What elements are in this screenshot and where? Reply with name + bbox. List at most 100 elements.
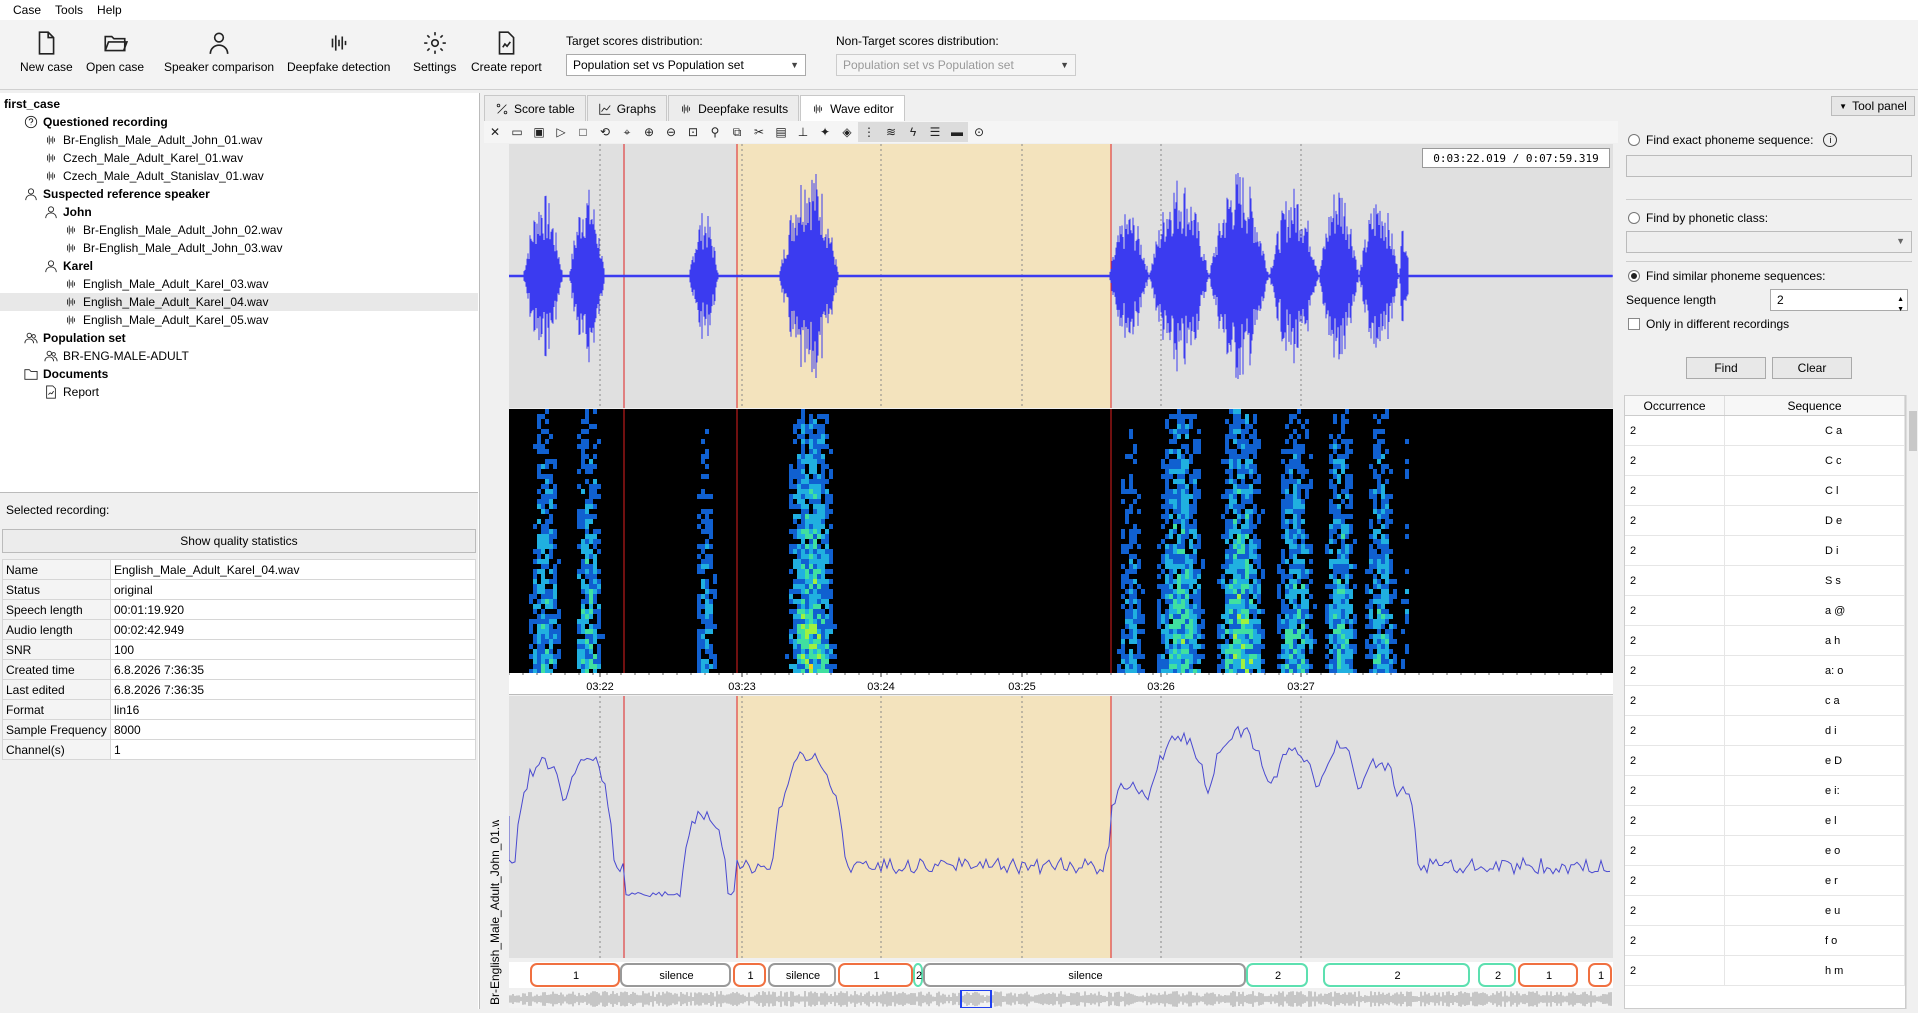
spin-down-icon[interactable]: ▼: [1897, 300, 1904, 320]
table-row[interactable]: 2e u: [1625, 896, 1905, 926]
create-report-button[interactable]: Create report: [471, 30, 542, 74]
tree-speaker-karel[interactable]: Karel: [44, 257, 93, 275]
tab-score-table[interactable]: Score table: [484, 95, 586, 121]
similar-seq-option[interactable]: Find similar phoneme sequences:: [1628, 269, 1825, 283]
tree-item[interactable]: Czech_Male_Adult_Karel_01.wav: [44, 149, 243, 167]
focus-icon[interactable]: ⊙: [968, 122, 990, 142]
phonetic-class-radio[interactable]: [1628, 212, 1640, 224]
phonetic-class-option[interactable]: Find by phonetic class:: [1628, 211, 1768, 225]
paste-icon[interactable]: ▤: [770, 122, 792, 142]
tab-deepfake-results[interactable]: Deepfake results: [668, 95, 800, 121]
segment-track[interactable]: 1 silence 1 silence 1 2 silence 2 2 2 1 1: [509, 962, 1613, 988]
zoom-in-icon[interactable]: ⊕: [638, 122, 660, 142]
deepfake-detection-button[interactable]: Deepfake detection: [287, 30, 390, 74]
similar-seq-radio[interactable]: [1628, 270, 1640, 282]
cut-icon[interactable]: ✂: [748, 122, 770, 142]
tree-item[interactable]: English_Male_Adult_Karel_03.wav: [64, 275, 268, 293]
tree-item[interactable]: Czech_Male_Adult_Stanislav_01.wav: [44, 167, 264, 185]
exact-seq-option[interactable]: Find exact phoneme sequence: i: [1628, 133, 1838, 147]
tool-panel-button[interactable]: ▼ Tool panel: [1831, 96, 1915, 116]
table-row[interactable]: 2d i: [1625, 716, 1905, 746]
table-row[interactable]: 2D e: [1625, 506, 1905, 536]
tab-wave-editor[interactable]: Wave editor: [800, 95, 905, 121]
results-scrollbar[interactable]: [1906, 395, 1918, 1009]
table-row[interactable]: 2a @: [1625, 596, 1905, 626]
table-row[interactable]: 2C c: [1625, 446, 1905, 476]
new-case-button[interactable]: New case: [20, 30, 73, 74]
show-quality-button[interactable]: Show quality statistics: [2, 529, 476, 553]
tree-item[interactable]: Br-English_Male_Adult_John_03.wav: [64, 239, 282, 257]
only-different-checkbox[interactable]: [1628, 318, 1640, 330]
search-icon[interactable]: ⚲: [704, 122, 726, 142]
table-row[interactable]: 2h m: [1625, 956, 1905, 986]
exact-seq-input[interactable]: [1626, 155, 1912, 177]
waveform-view[interactable]: [509, 144, 1613, 408]
find-button[interactable]: Find: [1686, 357, 1766, 379]
open-case-button[interactable]: Open case: [86, 30, 144, 74]
overview-strip[interactable]: [508, 989, 1613, 1009]
settings-button[interactable]: Settings: [413, 30, 456, 74]
table-row[interactable]: 2D i: [1625, 536, 1905, 566]
tab-graphs[interactable]: Graphs: [586, 95, 668, 121]
col-sequence[interactable]: Sequence: [1725, 396, 1905, 415]
filter-icon[interactable]: ◈: [836, 122, 858, 142]
close-icon[interactable]: ✕: [484, 122, 506, 142]
col-occurrence[interactable]: Occurrence: [1625, 396, 1725, 415]
table-row[interactable]: 2f o: [1625, 926, 1905, 956]
tree-suspected[interactable]: Suspected reference speaker: [24, 185, 210, 203]
spectrogram-view[interactable]: [509, 409, 1613, 673]
seq-length-spinner[interactable]: 2 ▲ ▼: [1770, 289, 1908, 313]
nontarget-distribution-select[interactable]: Population set vs Population set ▼: [836, 54, 1076, 76]
table-row[interactable]: 2e r: [1625, 866, 1905, 896]
clear-button[interactable]: Clear: [1772, 357, 1852, 379]
exact-seq-radio[interactable]: [1628, 134, 1640, 146]
menu-help[interactable]: Help: [90, 3, 129, 17]
tree-population[interactable]: Population set: [24, 329, 126, 347]
tree-questioned[interactable]: Questioned recording: [24, 113, 168, 131]
tree-item[interactable]: Report: [44, 383, 99, 401]
tree-item[interactable]: Br-English_Male_Adult_John_02.wav: [64, 221, 282, 239]
scrollbar-thumb[interactable]: [1909, 411, 1917, 451]
cursor-icon[interactable]: ⌖: [616, 122, 638, 142]
menu-tools[interactable]: Tools: [48, 3, 90, 17]
table-row[interactable]: 2c a: [1625, 686, 1905, 716]
table-row[interactable]: 2e o: [1625, 836, 1905, 866]
phonetic-class-select[interactable]: ▼: [1626, 231, 1912, 253]
spectrum-view-icon[interactable]: ≋: [880, 122, 902, 142]
loop-icon[interactable]: ⟲: [594, 122, 616, 142]
only-different-option[interactable]: Only in different recordings: [1628, 317, 1789, 331]
energy-view-icon[interactable]: ϟ: [902, 122, 924, 142]
copy-icon[interactable]: ⧉: [726, 122, 748, 142]
tree-documents[interactable]: Documents: [24, 365, 108, 383]
tree-root[interactable]: first_case: [4, 95, 60, 113]
tree-item[interactable]: Br-English_Male_Adult_John_01.wav: [44, 131, 262, 149]
zoom-out-icon[interactable]: ⊖: [660, 122, 682, 142]
speaker-comparison-button[interactable]: Speaker comparison: [164, 30, 274, 74]
energy-view[interactable]: [509, 696, 1613, 958]
tree-speaker-john[interactable]: John: [44, 203, 92, 221]
tree-item-selected[interactable]: English_Male_Adult_Karel_04.wav: [0, 293, 478, 311]
stop-icon[interactable]: □: [572, 122, 594, 142]
zoom-fit-icon[interactable]: ⊡: [682, 122, 704, 142]
tree-item[interactable]: BR-ENG-MALE-ADULT: [44, 347, 189, 365]
stamp-icon[interactable]: ⊥: [792, 122, 814, 142]
segments-view-icon[interactable]: ☰: [924, 122, 946, 142]
save-icon[interactable]: ▣: [528, 122, 550, 142]
table-row[interactable]: 2e l: [1625, 806, 1905, 836]
magic-icon[interactable]: ✦: [814, 122, 836, 142]
menu-case[interactable]: Case: [6, 3, 48, 17]
table-row[interactable]: 2C l: [1625, 476, 1905, 506]
table-row[interactable]: 2e D: [1625, 746, 1905, 776]
waveform-view-icon[interactable]: ⋮: [858, 122, 880, 142]
table-row[interactable]: 2a h: [1625, 626, 1905, 656]
table-row[interactable]: 2 a: o: [1625, 656, 1905, 686]
target-distribution-select[interactable]: Population set vs Population set ▼: [566, 54, 806, 76]
info-icon[interactable]: i: [1823, 133, 1838, 147]
table-row[interactable]: 2S s: [1625, 566, 1905, 596]
play-icon[interactable]: ▷: [550, 122, 572, 142]
open-icon[interactable]: ▭: [506, 122, 528, 142]
tree-item[interactable]: English_Male_Adult_Karel_05.wav: [64, 311, 268, 329]
table-row[interactable]: 2e i:: [1625, 776, 1905, 806]
table-row[interactable]: 2C a: [1625, 416, 1905, 446]
overview-view-icon[interactable]: ▬: [946, 122, 968, 142]
